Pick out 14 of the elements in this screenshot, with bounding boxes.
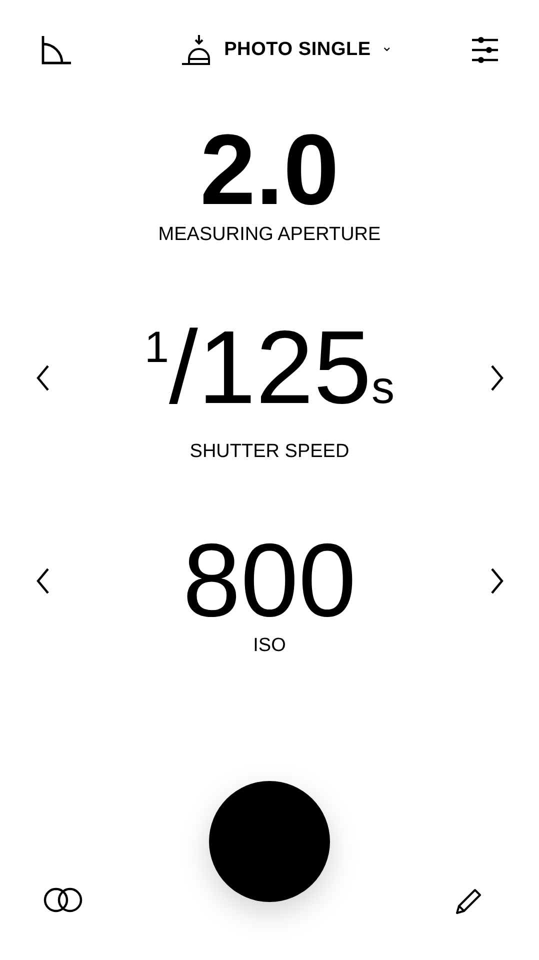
pencil-icon[interactable] <box>455 887 483 915</box>
reading-label: SHUTTER SPEED <box>190 441 350 463</box>
chevron-right-icon[interactable] <box>488 364 504 392</box>
reading-label: ISO <box>253 635 286 657</box>
overlapping-circles-icon[interactable] <box>43 887 83 913</box>
angle-icon[interactable] <box>40 34 72 66</box>
reading-value: 800 <box>182 531 356 631</box>
reading-value: 2.0 <box>200 120 339 220</box>
mode-selector[interactable]: PHOTO SINGLE ⌄ <box>180 34 393 66</box>
chevron-left-icon[interactable] <box>34 364 50 392</box>
chevron-left-icon[interactable] <box>34 567 50 595</box>
reading-label: MEASURING APERTURE <box>158 224 381 246</box>
chevron-right-icon[interactable] <box>488 567 504 595</box>
settings-icon[interactable] <box>470 36 499 64</box>
